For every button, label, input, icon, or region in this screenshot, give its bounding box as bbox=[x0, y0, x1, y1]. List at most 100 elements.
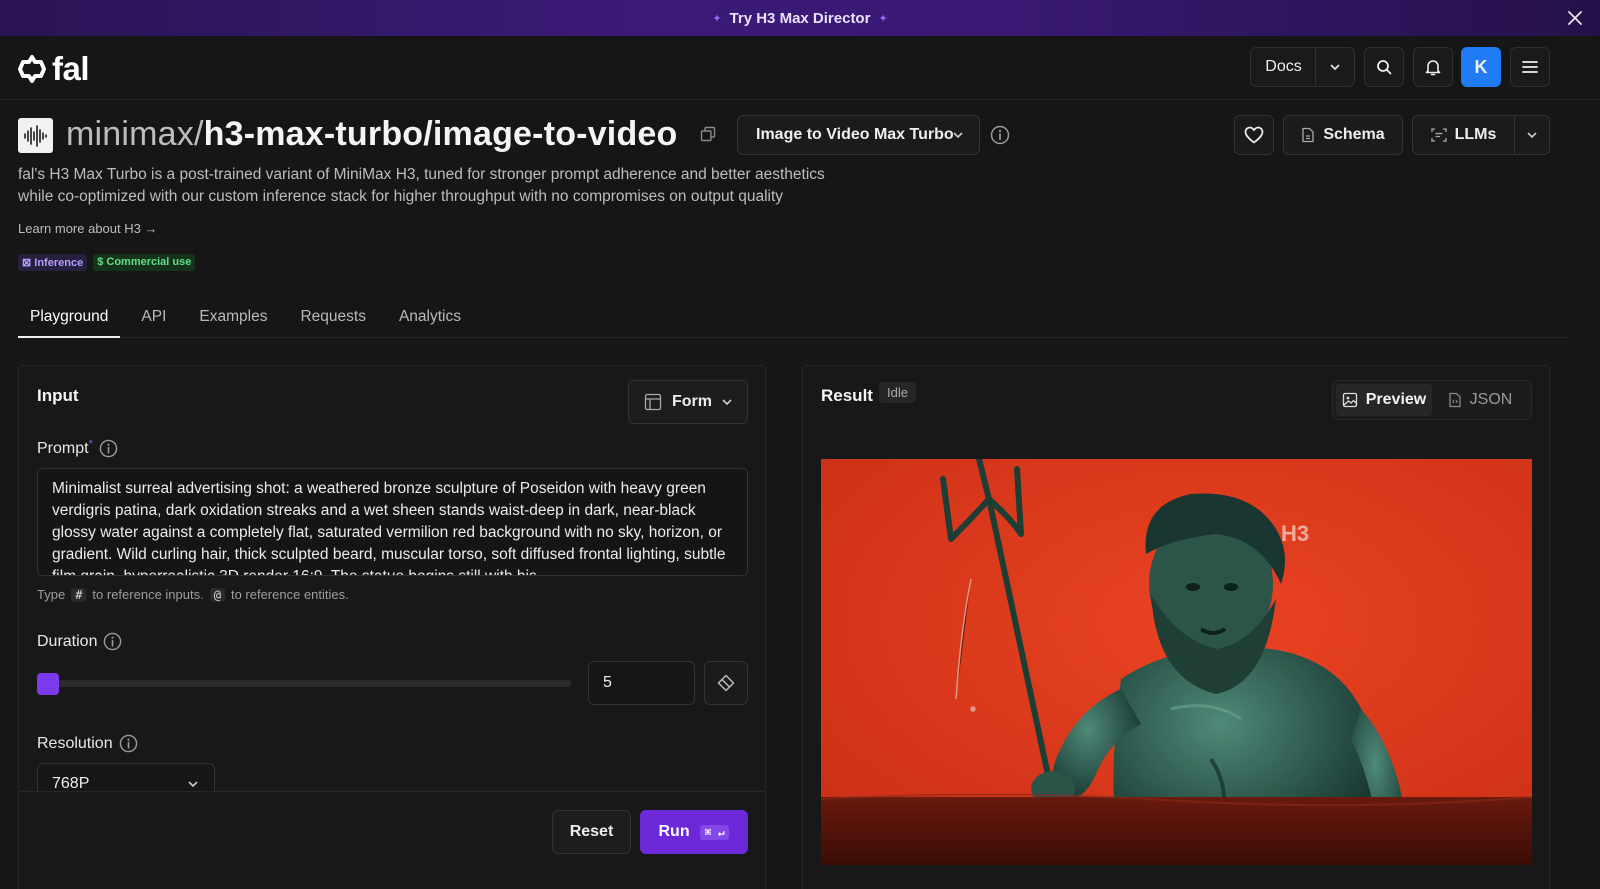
learn-more-link[interactable]: Learn more about H3 → bbox=[18, 221, 157, 236]
result-panel: Result Idle Preview JSON H3 bbox=[802, 365, 1550, 889]
heart-icon bbox=[1244, 126, 1264, 144]
duration-input[interactable]: 5 bbox=[588, 661, 695, 705]
duration-slider-thumb[interactable] bbox=[37, 673, 59, 695]
close-icon[interactable] bbox=[1566, 9, 1584, 27]
required-marker: * bbox=[88, 437, 93, 450]
variant-select[interactable]: Image to Video Max Turbo bbox=[737, 115, 980, 155]
tab-playground[interactable]: Playground bbox=[18, 300, 121, 338]
preview-toggle[interactable]: Preview bbox=[1336, 384, 1432, 416]
promo-banner[interactable]: ✦ Try H3 Max Director ✦ bbox=[0, 0, 1600, 36]
image-icon bbox=[1342, 392, 1357, 408]
search-icon bbox=[1377, 60, 1392, 75]
json-label: JSON bbox=[1469, 391, 1513, 408]
bell-icon bbox=[1425, 59, 1441, 75]
at-key: @ bbox=[209, 587, 225, 602]
poseidon-statue-image: H3 bbox=[821, 459, 1532, 865]
result-title: Result bbox=[821, 386, 873, 405]
hint-mid: to reference inputs. bbox=[92, 587, 204, 602]
model-namespace[interactable]: minimax/ bbox=[66, 115, 204, 153]
resolution-label: Resolution bbox=[37, 734, 113, 752]
fal-logo-icon bbox=[18, 55, 46, 83]
model-description: fal's H3 Max Turbo is a post-trained var… bbox=[18, 164, 898, 208]
input-title: Input bbox=[37, 386, 79, 405]
tag-commercial-use: $ Commercial use bbox=[93, 254, 196, 271]
result-preview-image[interactable]: H3 bbox=[821, 459, 1532, 865]
docs-label: Docs bbox=[1265, 58, 1302, 75]
prompt-textarea[interactable]: Minimalist surreal advertising shot: a w… bbox=[37, 468, 748, 576]
chevron-down-icon bbox=[188, 781, 198, 788]
duration-slider-track[interactable] bbox=[37, 680, 571, 687]
json-file-icon bbox=[1449, 392, 1461, 408]
chevron-down-icon bbox=[722, 399, 732, 406]
run-shortcut: ⌘ ↵ bbox=[699, 824, 730, 840]
sparkle-icon: ✦ bbox=[878, 12, 888, 25]
input-panel: Input Form Prompt * Minimalist surreal ad… bbox=[18, 365, 766, 889]
status-badge: Idle bbox=[879, 382, 916, 403]
model-id: h3-max-turbo/image-to-video bbox=[203, 115, 678, 153]
logo-text: fal bbox=[52, 50, 90, 87]
promo-text[interactable]: Try H3 Max Director bbox=[730, 10, 871, 27]
hamburger-menu-icon bbox=[1522, 61, 1538, 73]
video-watermark: H3 bbox=[1281, 521, 1309, 546]
hint-type: Type bbox=[37, 587, 66, 602]
json-toggle[interactable]: JSON bbox=[1432, 384, 1528, 416]
tab-analytics[interactable]: Analytics bbox=[387, 300, 473, 338]
llms-label: LLMs bbox=[1454, 126, 1497, 143]
prompt-label-row: Prompt * bbox=[37, 437, 118, 458]
hint-end: to reference entities. bbox=[230, 587, 349, 602]
grid-icon: ⊠ bbox=[22, 257, 35, 269]
variant-label: Image to Video Max Turbo bbox=[756, 126, 954, 143]
copy-icon[interactable] bbox=[700, 126, 716, 142]
chevron-down-icon[interactable] bbox=[1330, 63, 1340, 71]
hash-key: # bbox=[71, 587, 87, 602]
model-waveform-icon bbox=[18, 118, 53, 153]
tab-api[interactable]: API bbox=[129, 300, 178, 338]
schema-label: Schema bbox=[1323, 126, 1385, 143]
form-mode-button[interactable]: Form bbox=[628, 380, 748, 424]
document-icon bbox=[1302, 127, 1314, 143]
search-button[interactable] bbox=[1364, 47, 1404, 87]
tab-requests[interactable]: Requests bbox=[288, 300, 377, 338]
tab-examples[interactable]: Examples bbox=[187, 300, 279, 338]
schema-button[interactable]: Schema bbox=[1283, 115, 1403, 155]
llms-main[interactable]: LLMs bbox=[1413, 116, 1515, 154]
favorite-button[interactable] bbox=[1234, 115, 1274, 155]
run-button[interactable]: Run ⌘ ↵ bbox=[640, 810, 748, 854]
prompt-value: Minimalist surreal advertising shot: a w… bbox=[52, 480, 726, 575]
info-icon[interactable] bbox=[99, 439, 118, 458]
llms-button[interactable]: LLMs bbox=[1412, 115, 1550, 155]
top-header: fal Docs K bbox=[0, 36, 1600, 100]
text-scan-icon bbox=[1430, 128, 1447, 142]
reset-button[interactable]: Reset bbox=[552, 810, 631, 854]
model-tags: ⊠ Inference $ Commercial use bbox=[18, 254, 196, 271]
docs-button[interactable]: Docs bbox=[1250, 47, 1355, 87]
avatar[interactable]: K bbox=[1461, 47, 1501, 87]
clear-duration-button[interactable] bbox=[704, 661, 748, 705]
prompt-hint: Type # to reference inputs. @ to referen… bbox=[37, 587, 349, 602]
description-line-2: while co-optimized with our custom infer… bbox=[18, 188, 784, 205]
llms-dropdown[interactable] bbox=[1515, 131, 1549, 139]
duration-label: Duration bbox=[37, 632, 98, 650]
info-icon[interactable] bbox=[103, 632, 122, 651]
info-icon[interactable] bbox=[990, 125, 1010, 145]
notifications-button[interactable] bbox=[1413, 47, 1453, 87]
chevron-down-icon bbox=[1527, 132, 1537, 139]
preview-label: Preview bbox=[1365, 391, 1427, 408]
description-line-1: fal's H3 Max Turbo is a post-trained var… bbox=[18, 166, 825, 183]
prompt-label: Prompt bbox=[37, 439, 89, 457]
tag-inference: ⊠ Inference bbox=[18, 254, 88, 271]
view-toggle: Preview JSON bbox=[1332, 380, 1532, 420]
form-label: Form bbox=[672, 393, 712, 410]
eraser-icon bbox=[717, 674, 735, 692]
menu-button[interactable] bbox=[1510, 47, 1550, 87]
info-icon[interactable] bbox=[119, 734, 138, 753]
run-label: Run bbox=[658, 823, 690, 840]
duration-label-row: Duration bbox=[37, 632, 122, 651]
layout-icon bbox=[644, 393, 662, 411]
sparkle-icon: ✦ bbox=[712, 12, 722, 25]
model-title: minimax/h3-max-turbo/image-to-video bbox=[66, 115, 678, 154]
fal-logo[interactable]: fal bbox=[18, 50, 90, 88]
chevron-down-icon bbox=[953, 132, 963, 139]
duration-value: 5 bbox=[603, 674, 612, 691]
resolution-label-row: Resolution bbox=[37, 734, 138, 753]
